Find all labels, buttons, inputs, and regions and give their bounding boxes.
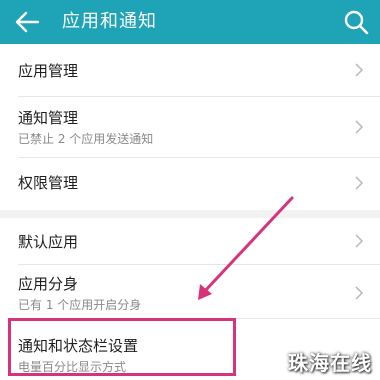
list-item-app-management[interactable]: 应用管理 <box>0 44 380 96</box>
list-item-label: 通知管理 <box>18 109 79 127</box>
chevron-right-icon <box>355 286 364 300</box>
highlight-box <box>8 318 236 376</box>
list-item-label: 应用分身 <box>18 275 79 293</box>
watermark: 珠海在线 <box>288 351 372 375</box>
back-arrow-icon[interactable] <box>12 8 42 36</box>
settings-group-1: 应用管理 通知管理 已禁止 2 个应用发送通知 权限管理 <box>0 44 380 210</box>
list-item-app-twin[interactable]: 应用分身 已有 1 个应用开启分身 <box>0 265 380 318</box>
list-item-notification-management[interactable]: 通知管理 已禁止 2 个应用发送通知 <box>0 97 380 157</box>
list-item-label: 权限管理 <box>18 174 79 192</box>
search-icon[interactable] <box>342 8 370 36</box>
list-item-default-apps[interactable]: 默认应用 <box>0 218 380 264</box>
chevron-right-icon <box>355 63 364 77</box>
list-item-label: 应用管理 <box>18 62 79 80</box>
app-bar: 应用和通知 <box>0 0 380 44</box>
list-item-label: 默认应用 <box>18 233 79 251</box>
page-title: 应用和通知 <box>62 11 157 32</box>
list-item-subtitle: 已有 1 个应用开启分身 <box>18 298 142 312</box>
chevron-right-icon <box>355 176 364 190</box>
chevron-right-icon <box>355 234 364 248</box>
chevron-right-icon <box>355 120 364 134</box>
list-item-permission-management[interactable]: 权限管理 <box>0 158 380 210</box>
list-item-subtitle: 已禁止 2 个应用发送通知 <box>18 132 154 146</box>
